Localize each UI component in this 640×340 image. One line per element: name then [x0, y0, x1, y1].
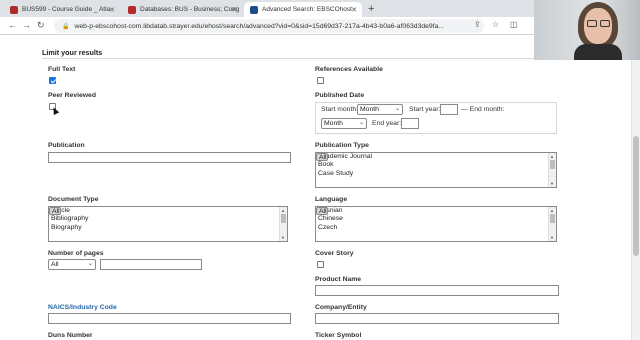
publication-type-listbox[interactable]: All Academic Journal Book Case Study ▲ ▼	[315, 152, 557, 188]
start-month-value: Month	[360, 106, 379, 113]
tab-course-guide[interactable]: BUS599 - Course Guide _ Atla ✕	[4, 2, 120, 17]
webcam-overlay	[534, 0, 640, 60]
chevron-down-icon: ⌄	[87, 261, 93, 267]
start-year-label: Start year:	[409, 106, 441, 113]
number-of-pages-label: Number of pages	[48, 250, 104, 257]
cover-story-checkbox[interactable]	[317, 261, 324, 268]
chevron-down-icon: ⌄	[394, 106, 400, 112]
listbox-scrollbar[interactable]: ▲ ▼	[279, 207, 287, 241]
publication-input[interactable]	[48, 152, 291, 163]
company-entity-input[interactable]	[315, 313, 559, 324]
end-month-value: Month	[324, 120, 343, 127]
forward-icon[interactable]: →	[22, 20, 31, 30]
number-of-pages-select-value: All	[51, 261, 59, 268]
published-date-label: Published Date	[315, 92, 365, 99]
lock-icon: 🔒	[62, 23, 70, 30]
end-year-input[interactable]	[401, 118, 419, 129]
publication-label: Publication	[48, 142, 85, 149]
ticker-symbol-label: Ticker Symbol	[315, 332, 362, 339]
list-option[interactable]: All	[316, 153, 328, 162]
close-icon[interactable]: ✕	[231, 6, 237, 14]
end-year-label: End year:	[372, 120, 402, 127]
number-of-pages-select[interactable]: All ⌄	[48, 259, 96, 270]
shield-icon	[10, 5, 18, 14]
references-available-label: References Available	[315, 66, 383, 73]
duns-number-label: Duns Number	[48, 332, 93, 339]
list-option[interactable]: Academic Journal	[316, 153, 556, 161]
document-type-listbox[interactable]: All Article Bibliography Biography ▲▼	[48, 206, 288, 242]
start-month-label: Start month:	[321, 106, 359, 113]
bookmark-star-icon[interactable]: ☆	[492, 20, 499, 29]
tab-label: Databases: BUS - Business; Cong	[140, 6, 240, 13]
publication-type-label: Publication Type	[315, 142, 369, 149]
language-label: Language	[315, 196, 348, 203]
tab-databases[interactable]: Databases: BUS - Business; Cong ✕	[122, 2, 242, 17]
list-option[interactable]: Czech	[316, 224, 556, 232]
reload-icon[interactable]: ↻	[37, 20, 45, 31]
chevron-down-icon: ⌄	[358, 120, 364, 126]
end-month-label: — End month:	[461, 106, 505, 113]
naics-input[interactable]	[48, 313, 291, 324]
page-scrollbar[interactable]	[631, 36, 640, 340]
url-field[interactable]: 🔒 web-p-ebscohost-com.libdatab.strayer.e…	[54, 19, 484, 33]
full-text-checkbox[interactable]	[49, 77, 56, 84]
cover-story-label: Cover Story	[315, 250, 354, 257]
section-title: Limit your results	[42, 48, 103, 57]
list-option[interactable]: Case Study	[316, 170, 556, 178]
language-listbox[interactable]: All Bosnian Chinese Czech ▲ ▼	[315, 206, 557, 242]
start-month-select[interactable]: Month ⌄	[357, 104, 403, 115]
url-text: web-p-ebscohost-com.libdatab.strayer.edu…	[74, 22, 445, 30]
number-of-pages-input[interactable]	[100, 259, 202, 270]
list-option[interactable]: All	[316, 207, 328, 216]
back-icon[interactable]: ←	[8, 20, 17, 30]
tab-label: BUS599 - Course Guide _ Atla	[22, 6, 111, 13]
extension-icon[interactable]: ◫	[510, 20, 518, 29]
tab-advanced-search[interactable]: Advanced Search: EBSCOhost ✕	[244, 2, 362, 17]
share-icon[interactable]: ⇪	[474, 20, 481, 29]
listbox-scrollbar[interactable]: ▲ ▼	[548, 207, 556, 241]
company-entity-label: Company/Entity	[315, 304, 367, 311]
list-option[interactable]: Chinese	[316, 215, 556, 223]
product-name-label: Product Name	[315, 276, 362, 283]
ebsco-icon	[250, 5, 258, 14]
document-type-label: Document Type	[48, 196, 99, 203]
close-icon[interactable]: ✕	[109, 6, 115, 14]
peer-reviewed-label: Peer Reviewed	[48, 92, 96, 99]
product-name-input[interactable]	[315, 285, 559, 296]
list-option[interactable]: Book	[316, 161, 556, 169]
list-option[interactable]: Article	[49, 207, 287, 215]
naics-industry-code-link[interactable]: NAICS/Industry Code	[48, 304, 117, 311]
full-text-label: Full Text	[48, 66, 76, 73]
shield-icon	[128, 5, 136, 14]
new-tab-button[interactable]: +	[368, 3, 374, 15]
references-available-checkbox[interactable]	[317, 77, 324, 84]
list-option[interactable]: Bosnian	[316, 207, 556, 215]
tab-label: Advanced Search: EBSCOhost	[262, 6, 352, 13]
list-option[interactable]: Biography	[49, 224, 287, 232]
list-option[interactable]: All	[49, 207, 61, 216]
end-month-select[interactable]: Month ⌄	[321, 118, 367, 129]
start-year-input[interactable]	[440, 104, 458, 115]
listbox-scrollbar[interactable]: ▲ ▼	[548, 153, 556, 187]
scrollbar-thumb[interactable]	[633, 136, 639, 256]
list-option[interactable]: Bibliography	[49, 215, 287, 223]
close-icon[interactable]: ✕	[351, 6, 357, 14]
